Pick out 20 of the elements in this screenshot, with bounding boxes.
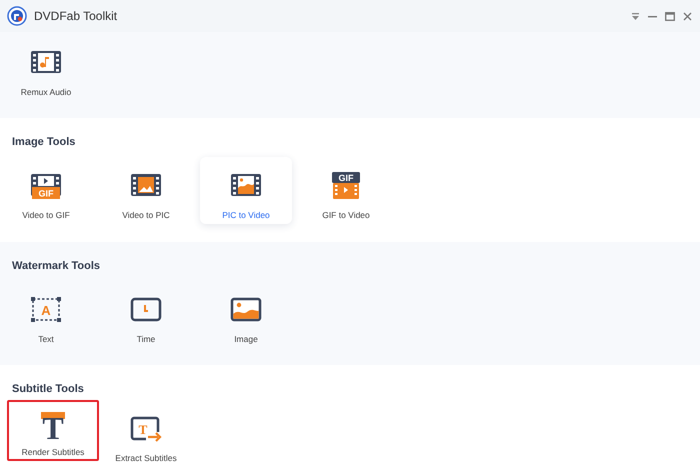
section-heading: Subtitle Tools [12,383,84,396]
clock-frame-icon [128,295,164,324]
tool-button[interactable]: T Render Subtitles [7,400,99,461]
window-title: DVDFab Toolkit [34,9,118,23]
image-icon [228,295,264,324]
tool-button[interactable]: GIF Video to GIF [0,157,92,224]
maximize-icon[interactable] [665,12,675,20]
tool-button[interactable]: GIF GIF to Video [300,157,392,224]
tool-button[interactable]: T Extract Subtitles [100,400,192,465]
tool-button[interactable]: Video to PIC [100,157,192,224]
app-logo-icon [7,6,27,26]
tool-button[interactable]: Image [200,281,292,348]
section-heading: Image Tools [12,136,76,149]
tool-button[interactable]: Time [100,281,192,348]
tool-button[interactable]: Remux Audio [0,34,92,101]
dropdown-icon[interactable] [631,12,640,20]
close-icon[interactable] [683,12,692,20]
tool-button[interactable]: A Text [0,281,92,348]
tool-button[interactable]: PIC to Video [200,157,292,224]
section-heading: Watermark Tools [12,260,100,273]
